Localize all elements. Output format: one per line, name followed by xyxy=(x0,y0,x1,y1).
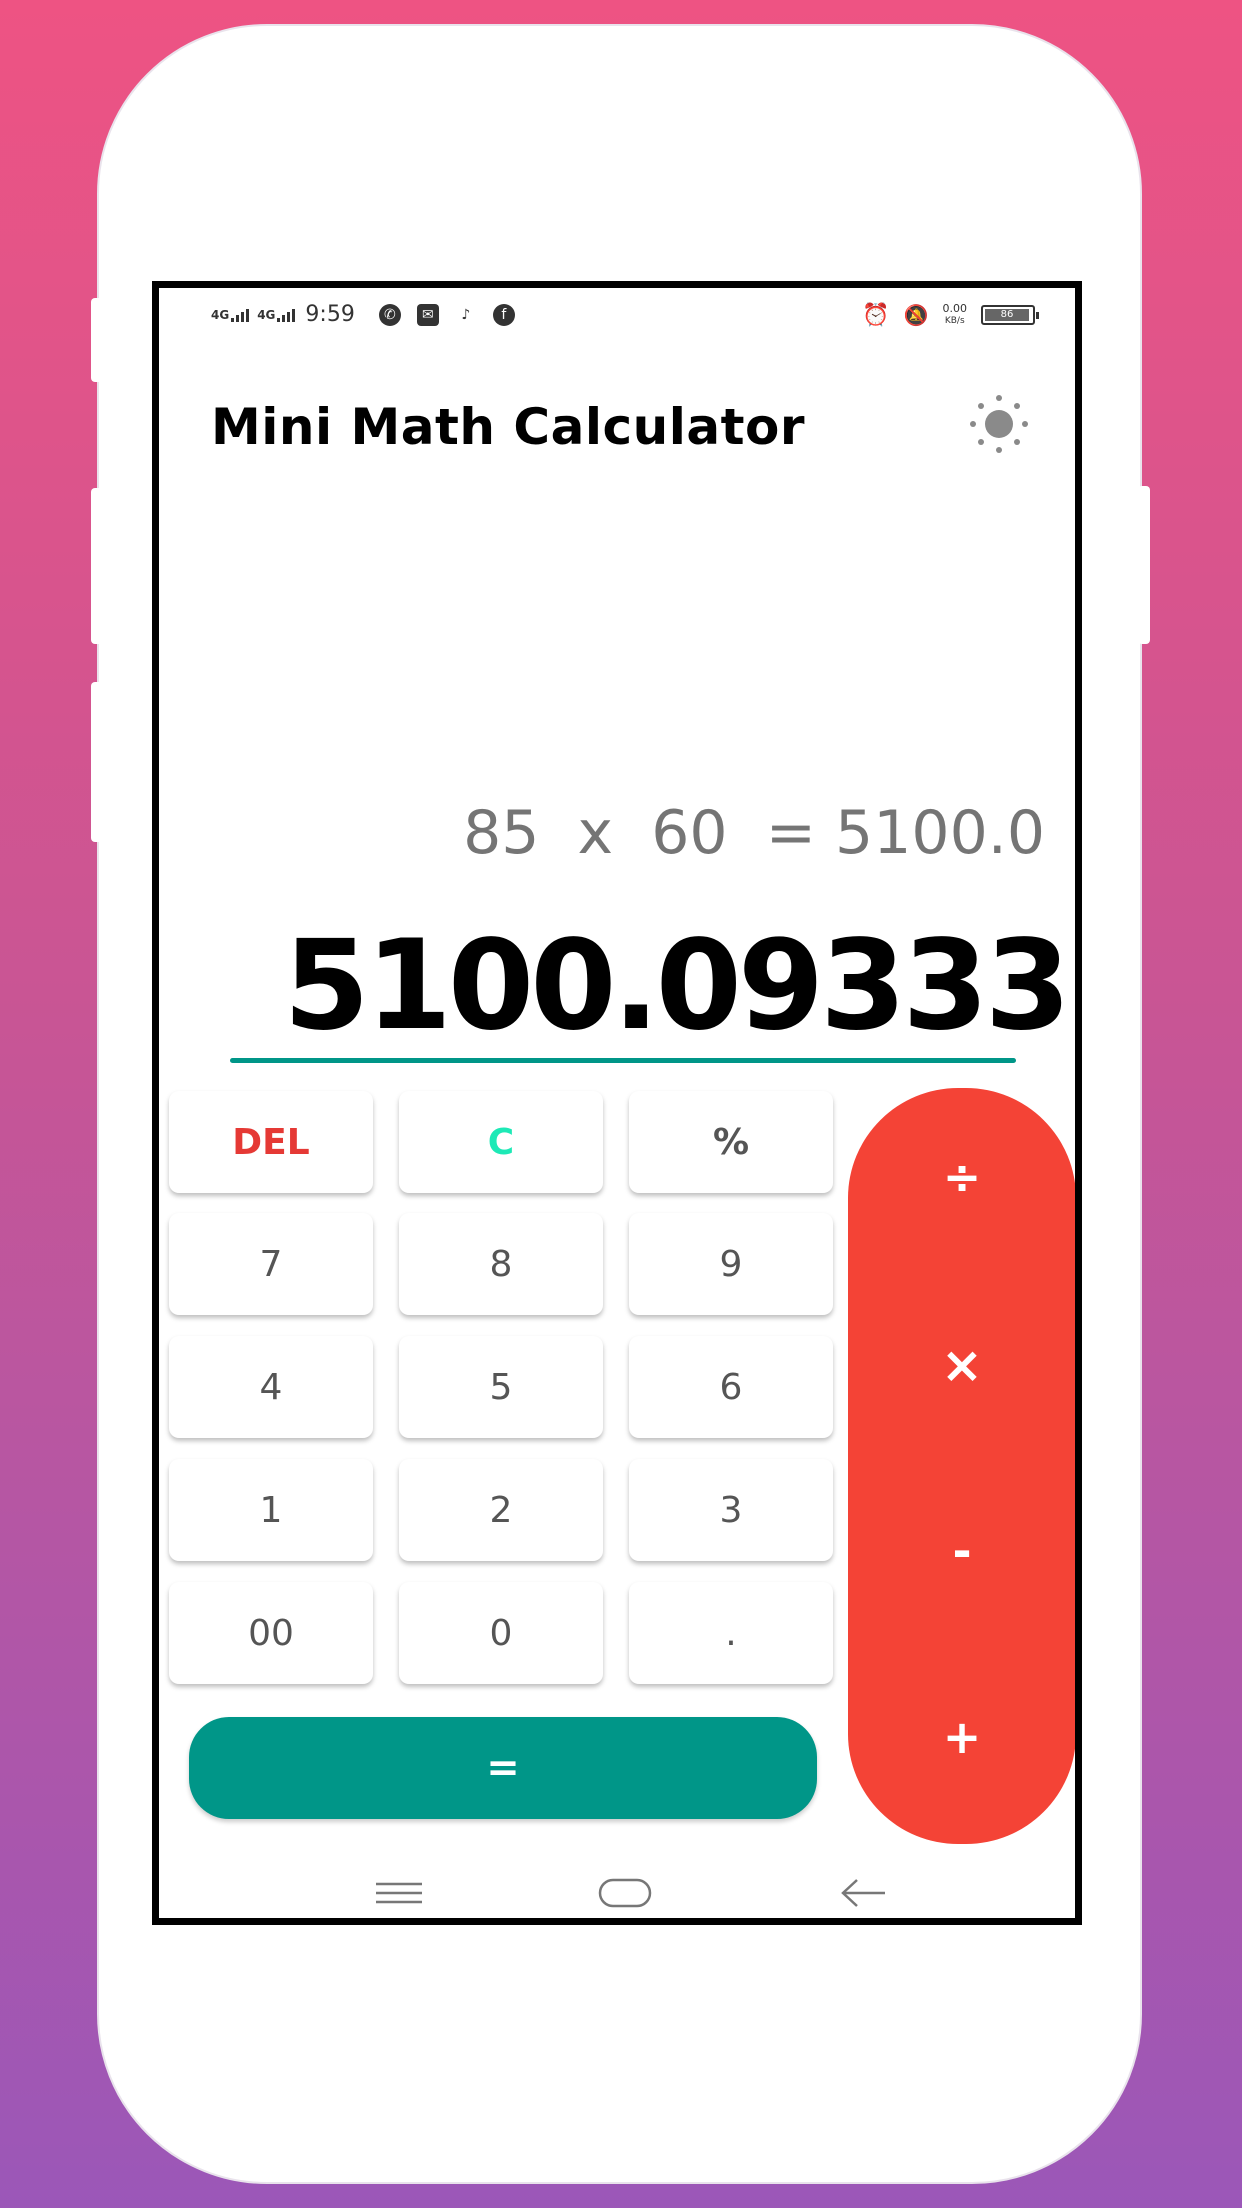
network-speed-value: 0.00 xyxy=(942,302,968,315)
tiktok-icon: ♪ xyxy=(454,303,477,326)
key-3[interactable]: 3 xyxy=(629,1459,833,1561)
clear-button[interactable]: C xyxy=(399,1091,603,1193)
key-4[interactable]: 4 xyxy=(169,1336,373,1438)
sun-icon[interactable] xyxy=(967,392,1031,456)
facebook-icon: f xyxy=(492,303,515,326)
equals-button[interactable]: = xyxy=(189,1717,817,1819)
operator-panel: ÷ × - + xyxy=(848,1088,1075,1844)
network-speed-unit: KB/s xyxy=(944,316,965,326)
multiply-button[interactable]: × xyxy=(848,1336,1075,1394)
clock: 9:59 xyxy=(305,302,355,327)
home-icon[interactable] xyxy=(585,1868,665,1918)
phone-side-button-mid xyxy=(91,488,103,644)
key-7[interactable]: 7 xyxy=(169,1213,373,1315)
network-type-label: 4G xyxy=(257,307,276,322)
key-0[interactable]: 0 xyxy=(399,1582,603,1684)
alarm-icon: ⏰ xyxy=(862,302,890,327)
signal-indicator-1: 4G xyxy=(211,307,250,322)
mail-icon: ✉ xyxy=(416,303,439,326)
key-9[interactable]: 9 xyxy=(629,1213,833,1315)
network-speed: 0.00 KB/s xyxy=(943,303,968,327)
status-bar: 4G 4G 9:59 ✆ ✉ ♪ f ⏰ 🔕 0.00 KB/s 86 xyxy=(159,288,1075,348)
display-divider xyxy=(230,1058,1016,1063)
key-8[interactable]: 8 xyxy=(399,1213,603,1315)
phone-side-button-top xyxy=(91,298,103,382)
device-screen: 4G 4G 9:59 ✆ ✉ ♪ f ⏰ 🔕 0.00 KB/s 86 Mini… xyxy=(152,281,1082,1925)
back-arrow-icon[interactable] xyxy=(824,1868,904,1918)
key-1[interactable]: 1 xyxy=(169,1459,373,1561)
signal-indicator-2: 4G xyxy=(257,307,296,322)
delete-button[interactable]: DEL xyxy=(169,1091,373,1193)
percent-button[interactable]: % xyxy=(629,1091,833,1193)
key-dot[interactable]: . xyxy=(629,1582,833,1684)
whatsapp-icon: ✆ xyxy=(378,303,401,326)
phone-power-button xyxy=(1138,486,1150,644)
result-display: 5100.09333 xyxy=(283,914,1071,1058)
notifications-off-icon: 🔕 xyxy=(903,304,929,327)
divide-button[interactable]: ÷ xyxy=(848,1150,1075,1204)
menu-icon[interactable] xyxy=(359,1868,439,1918)
system-navigation-bar xyxy=(159,1868,1075,1918)
key-00[interactable]: 00 xyxy=(169,1582,373,1684)
battery-icon: 86 xyxy=(981,305,1039,325)
key-6[interactable]: 6 xyxy=(629,1336,833,1438)
phone-side-button-low xyxy=(91,682,103,842)
plus-button[interactable]: + xyxy=(848,1710,1075,1764)
network-type-label: 4G xyxy=(211,307,230,322)
battery-level: 86 xyxy=(985,309,1029,321)
key-2[interactable]: 2 xyxy=(399,1459,603,1561)
app-title: Mini Math Calculator xyxy=(211,398,806,456)
minus-button[interactable]: - xyxy=(848,1524,1075,1578)
key-5[interactable]: 5 xyxy=(399,1336,603,1438)
expression-display: 85 x 60 = 5100.0 xyxy=(463,798,1045,868)
